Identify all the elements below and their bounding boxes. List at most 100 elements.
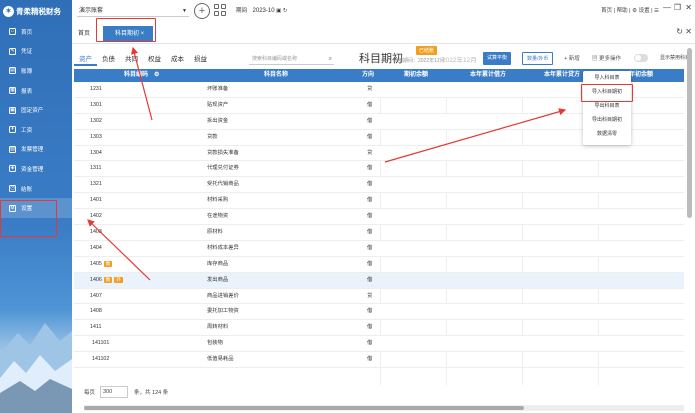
table-row[interactable]: 1402 在途物资 借 bbox=[74, 209, 684, 226]
cell-name: 在途物资 bbox=[207, 213, 229, 220]
more-actions-label: 更多操作 bbox=[599, 56, 622, 62]
category-tab-5[interactable]: 损益 bbox=[189, 53, 212, 66]
table-row[interactable]: 1405 数 库存商品 借 bbox=[74, 257, 684, 273]
account-name: 演示账套 bbox=[79, 8, 104, 14]
cell-code: 1304 bbox=[90, 146, 102, 162]
search-icon[interactable]: ⌕ bbox=[329, 54, 332, 65]
cell-code: 1411 bbox=[90, 320, 101, 336]
more-actions-button[interactable]: ▤ 更多操作 bbox=[592, 54, 621, 62]
calendar-icon[interactable]: ▣ bbox=[276, 8, 281, 14]
code-text: 1401 bbox=[90, 197, 102, 204]
sidebar-item-8[interactable]: ◷ 结账 bbox=[0, 179, 72, 199]
table-row[interactable]: 1403 原材料 借 bbox=[74, 225, 684, 241]
col-opening: 期初余额 bbox=[404, 72, 429, 78]
total-count: 条，共 124 条 bbox=[134, 390, 169, 396]
settings-icon[interactable]: ⚙ bbox=[154, 69, 159, 82]
menu-item-3[interactable]: 导出科目期初 bbox=[583, 113, 631, 127]
cell-direction: 借 bbox=[367, 276, 373, 283]
maximize-icon[interactable]: ❐ bbox=[674, 3, 681, 12]
menu-item-0[interactable]: 导入科目表 bbox=[583, 71, 631, 85]
table-row[interactable]: 1404 材料成本差异 借 bbox=[74, 240, 684, 257]
table-row[interactable]: 1401 材料采购 借 bbox=[74, 193, 684, 210]
per-page-input[interactable]: 300 bbox=[100, 386, 128, 398]
cell-name: 发出商品 bbox=[207, 276, 229, 283]
quantity-currency-button[interactable]: 数量/外币 bbox=[522, 52, 554, 65]
tab-bar: 首页 科目期初 × ↻ ✕ bbox=[72, 22, 695, 44]
table-row[interactable]: 1304 贷款损失准备 贷 bbox=[74, 145, 684, 162]
sidebar-item-5[interactable]: ¥ 工资 bbox=[0, 120, 72, 140]
category-tab-0[interactable]: 资产 bbox=[74, 53, 97, 66]
period-selector[interactable]: 期间 2023-10 ▣ ↻ bbox=[236, 5, 287, 17]
cell-name: 坏账准备 bbox=[207, 86, 229, 92]
category-tab-1[interactable]: 负债 bbox=[97, 53, 120, 66]
sidebar-item-4[interactable]: ▣ 固定资产 bbox=[0, 100, 72, 120]
category-tab-3[interactable]: 权益 bbox=[143, 53, 166, 66]
sidebar-item-label: 发票管理 bbox=[21, 147, 44, 154]
mountain-illustration bbox=[0, 323, 72, 413]
table-row[interactable]: 1321 受托代销商品 借 bbox=[74, 177, 684, 194]
menu-item-4[interactable]: 数据清零 bbox=[583, 127, 631, 141]
sidebar-item-7[interactable]: ◈ 资金管理 bbox=[0, 159, 72, 179]
annotation-box-tab bbox=[96, 18, 156, 42]
more-actions-menu: 导入科目表 导入科目期初 导出科目表 导出科目期初 数据清零 bbox=[583, 71, 631, 145]
sidebar-item-label: 报表 bbox=[21, 88, 33, 95]
sidebar-item-2[interactable]: ▤ 账簿 bbox=[0, 61, 72, 81]
sidebar-item-0[interactable]: ⌂ 首页 bbox=[0, 22, 72, 42]
add-circle-icon[interactable]: + bbox=[194, 3, 210, 19]
code-text: 1404 bbox=[90, 244, 102, 251]
sidebar-item-3[interactable]: ▦ 报表 bbox=[0, 81, 72, 101]
sidebar-item-1[interactable]: ✎ 凭证 bbox=[0, 42, 72, 62]
category-tab-2[interactable]: 共同 bbox=[120, 53, 143, 66]
export-icon: ▤ bbox=[592, 56, 598, 62]
account-select[interactable]: 演示账套 ▼ bbox=[77, 5, 189, 17]
app-grid-icon[interactable] bbox=[214, 4, 226, 16]
annotation-box-settings bbox=[0, 200, 57, 237]
sidebar-item-label: 资金管理 bbox=[21, 166, 44, 173]
tab-home[interactable]: 首页 bbox=[78, 28, 90, 37]
table-row[interactable]: 1407 商品进销差价 贷 bbox=[74, 289, 684, 305]
cell-direction: 借 bbox=[367, 165, 373, 172]
table-row[interactable]: 141101 包装物 借 bbox=[74, 336, 684, 353]
cell-code: 1302 bbox=[90, 114, 102, 130]
cell-name: 周转材料 bbox=[207, 324, 229, 331]
table-row[interactable]: 1408 委托加工物资 借 bbox=[74, 304, 684, 321]
col-direction: 方向 bbox=[362, 72, 375, 78]
refresh-tab-icon[interactable]: ↻ bbox=[676, 27, 683, 36]
search-input[interactable]: 搜索科目编码或名称 ⌕ bbox=[249, 54, 334, 65]
refresh-icon[interactable]: ↻ bbox=[283, 8, 288, 14]
cell-direction: 借 bbox=[367, 324, 373, 331]
trial-balance-button[interactable]: 试算平衡 bbox=[483, 52, 512, 65]
fund-icon: ◈ bbox=[9, 165, 16, 173]
cell-direction: 借 bbox=[367, 133, 373, 140]
cell-name: 贷款损失准备 bbox=[207, 149, 239, 156]
vertical-scrollbar[interactable] bbox=[686, 48, 693, 348]
code-text: 1301 bbox=[90, 101, 102, 108]
table-row[interactable]: 1311 代理兑付证券 借 bbox=[74, 161, 684, 178]
asset-icon: ▣ bbox=[9, 106, 16, 114]
sidebar-nav: ⌂ 首页 ✎ 凭证 ▤ 账簿 ▦ 报表 ▣ 固定资产 ¥ 工资 ▧ 发票管理 ◈ 资金管理 ◷ 结账 ⚙ 设置 bbox=[0, 22, 72, 218]
cell-name: 受托代销商品 bbox=[207, 181, 239, 188]
cell-direction: 借 bbox=[367, 117, 373, 124]
table-row[interactable]: 1406 数外 发出商品 借 bbox=[74, 272, 684, 289]
horizontal-scrollbar[interactable] bbox=[84, 405, 684, 411]
close-tab-icon[interactable]: ✕ bbox=[685, 27, 692, 36]
voucher-icon: ✎ bbox=[9, 47, 16, 55]
show-disabled-toggle[interactable] bbox=[634, 54, 648, 62]
add-button[interactable]: + 新增 bbox=[564, 54, 580, 62]
minimize-icon[interactable]: — bbox=[663, 3, 671, 12]
sidebar-item-6[interactable]: ▧ 发票管理 bbox=[0, 140, 72, 160]
close-window-icon[interactable]: ✕ bbox=[685, 3, 692, 12]
cell-direction: 借 bbox=[367, 260, 373, 267]
table-row[interactable]: 141102 低值易耗品 借 bbox=[74, 352, 684, 369]
cell-direction: 借 bbox=[367, 244, 373, 251]
code-text: 1311 bbox=[90, 165, 102, 172]
col-year-start: 年初余额 bbox=[629, 72, 654, 78]
table-row[interactable]: 1411 周转材料 借 bbox=[74, 320, 684, 337]
category-tab-4[interactable]: 成本 bbox=[166, 53, 189, 66]
cell-name: 库存商品 bbox=[207, 260, 229, 267]
top-links[interactable]: 首页 | 帮助 | ⚙ 设置 | ☰ bbox=[601, 5, 659, 17]
cell-direction: 贷 bbox=[367, 86, 373, 92]
cell-code: 1405 数 bbox=[90, 257, 113, 273]
col-code: 科目编码 bbox=[124, 72, 149, 78]
report-icon: ▦ bbox=[9, 87, 16, 95]
